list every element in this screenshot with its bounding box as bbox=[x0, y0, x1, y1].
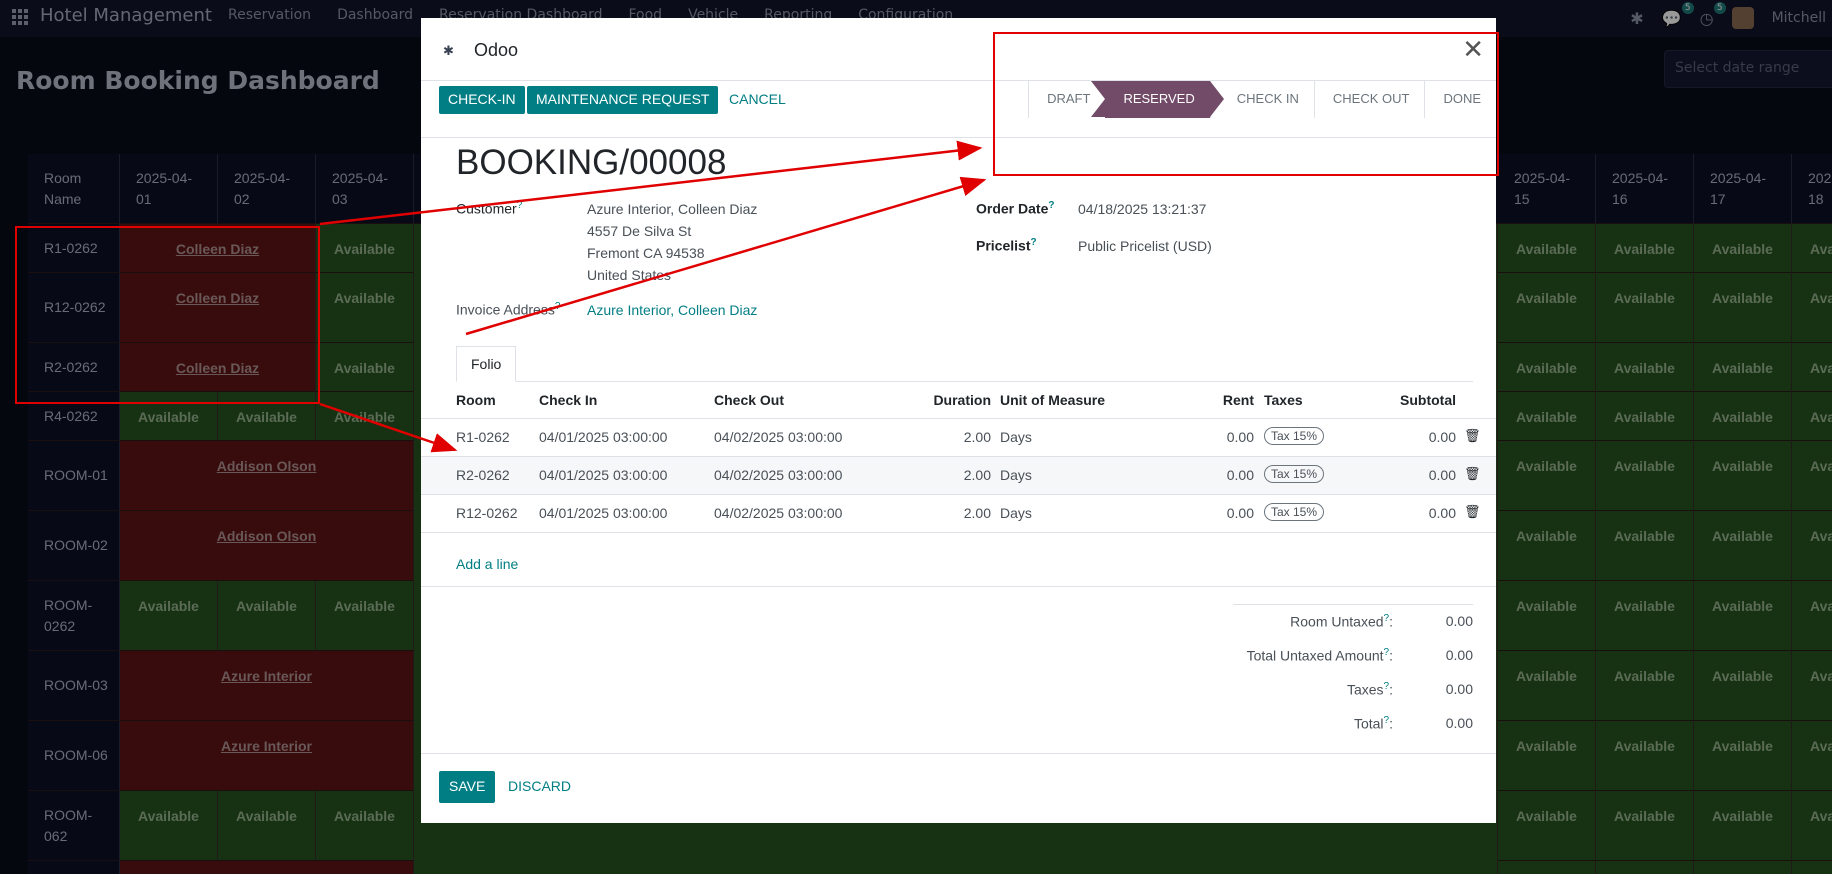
help-icon[interactable]: ? bbox=[1030, 237, 1036, 248]
folio-table: Room Check In Check Out Duration Unit of… bbox=[421, 382, 1496, 533]
total-grand: Total?: 0.00 bbox=[1233, 707, 1473, 741]
dialog-title: Odoo bbox=[474, 40, 519, 60]
invoice-address-field[interactable]: Azure Interior, Colleen Diaz bbox=[587, 299, 757, 321]
trash-icon[interactable]: 🗑 bbox=[1464, 428, 1481, 444]
col-taxes[interactable]: Taxes bbox=[1264, 392, 1303, 408]
cell-uom: Days bbox=[1000, 429, 1032, 445]
total-label: Taxes?: bbox=[1346, 681, 1393, 698]
cell-subtotal: 0.00 bbox=[1428, 505, 1456, 521]
tax-tag: Tax 15% bbox=[1264, 427, 1325, 445]
debug-bug-icon[interactable]: ✱ bbox=[443, 43, 454, 59]
customer-label-text: Customer bbox=[456, 200, 517, 217]
cancel-button[interactable]: CANCEL bbox=[729, 91, 786, 107]
cell-check-out: 04/02/2025 03:00:00 bbox=[714, 505, 843, 521]
invoice-address-label-text: Invoice Address bbox=[456, 301, 555, 318]
total-value: 0.00 bbox=[1445, 681, 1473, 697]
table-separator bbox=[421, 586, 1496, 587]
total-label-text: Total Untaxed Amount bbox=[1246, 647, 1384, 664]
order-date-label-text: Order Date bbox=[976, 200, 1049, 217]
trash-icon[interactable]: 🗑 bbox=[1464, 504, 1481, 520]
cell-rent: 0.00 bbox=[1226, 505, 1254, 521]
tax-tag: Tax 15% bbox=[1264, 465, 1325, 483]
pricelist-label-text: Pricelist bbox=[976, 237, 1031, 254]
help-icon[interactable]: ? bbox=[1384, 647, 1390, 658]
col-unit-of-measure[interactable]: Unit of Measure bbox=[1000, 392, 1105, 408]
help-icon[interactable]: ? bbox=[1384, 715, 1390, 726]
help-icon[interactable]: ? bbox=[517, 200, 523, 211]
total-untaxed-amount: Total Untaxed Amount?: 0.00 bbox=[1233, 639, 1473, 673]
cell-check-out: 04/02/2025 03:00:00 bbox=[714, 467, 843, 483]
help-icon[interactable]: ? bbox=[555, 301, 561, 312]
totals-block: Room Untaxed?: 0.00 Total Untaxed Amount… bbox=[1233, 604, 1473, 741]
cell-rent: 0.00 bbox=[1226, 467, 1254, 483]
total-taxes: Taxes?: 0.00 bbox=[1233, 673, 1473, 707]
total-value: 0.00 bbox=[1445, 613, 1473, 629]
col-rent[interactable]: Rent bbox=[1223, 392, 1254, 408]
customer-country: United States bbox=[587, 267, 672, 283]
cell-room: R1-0262 bbox=[456, 429, 510, 445]
total-label: Room Untaxed?: bbox=[1290, 613, 1393, 630]
order-date-field[interactable]: 04/18/2025 13:21:37 bbox=[1078, 198, 1206, 220]
cell-uom: Days bbox=[1000, 505, 1032, 521]
customer-field[interactable]: Azure Interior, Colleen Diaz 4557 De Sil… bbox=[587, 198, 757, 286]
customer-street: 4557 De Silva St bbox=[587, 223, 692, 239]
cell-room: R2-0262 bbox=[456, 467, 510, 483]
table-header: Room Check In Check Out Duration Unit of… bbox=[421, 382, 1496, 419]
cell-check-in: 04/01/2025 03:00:00 bbox=[539, 505, 668, 521]
table-row[interactable]: R2-0262 04/01/2025 03:00:00 04/02/2025 0… bbox=[421, 457, 1496, 495]
cell-duration: 2.00 bbox=[963, 429, 991, 445]
cell-uom: Days bbox=[1000, 467, 1032, 483]
help-icon[interactable]: ? bbox=[1048, 200, 1054, 211]
table-row[interactable]: R12-0262 04/01/2025 03:00:00 04/02/2025 … bbox=[421, 495, 1496, 533]
customer-city: Fremont CA 94538 bbox=[587, 245, 705, 261]
pricelist-field[interactable]: Public Pricelist (USD) bbox=[1078, 235, 1212, 257]
total-room-untaxed: Room Untaxed?: 0.00 bbox=[1233, 605, 1473, 639]
customer-name: Azure Interior, Colleen Diaz bbox=[587, 201, 758, 217]
total-label-text: Total bbox=[1353, 715, 1384, 732]
cell-subtotal: 0.00 bbox=[1428, 467, 1456, 483]
add-line-link[interactable]: Add a line bbox=[456, 556, 518, 572]
total-label: Total?: bbox=[1353, 715, 1393, 732]
total-label-text: Room Untaxed bbox=[1290, 613, 1384, 630]
help-icon[interactable]: ? bbox=[1384, 613, 1390, 624]
cell-duration: 2.00 bbox=[963, 467, 991, 483]
annotation-box-status bbox=[993, 32, 1499, 176]
total-value: 0.00 bbox=[1445, 647, 1473, 663]
cell-room: R12-0262 bbox=[456, 505, 518, 521]
discard-button[interactable]: DISCARD bbox=[508, 778, 571, 794]
pricelist-label: Pricelist? bbox=[976, 237, 1037, 254]
order-date-label: Order Date? bbox=[976, 200, 1054, 217]
cell-check-in: 04/01/2025 03:00:00 bbox=[539, 429, 668, 445]
total-value: 0.00 bbox=[1445, 715, 1473, 731]
help-icon[interactable]: ? bbox=[1384, 681, 1390, 692]
check-in-button[interactable]: CHECK-IN bbox=[439, 86, 525, 114]
cell-check-in: 04/01/2025 03:00:00 bbox=[539, 467, 668, 483]
booking-reference: BOOKING/00008 bbox=[456, 143, 727, 182]
maintenance-request-button[interactable]: MAINTENANCE REQUEST bbox=[527, 86, 719, 114]
cell-subtotal: 0.00 bbox=[1428, 429, 1456, 445]
total-label-text: Taxes bbox=[1346, 681, 1384, 698]
save-button[interactable]: SAVE bbox=[439, 771, 496, 803]
dialog-footer bbox=[421, 753, 1496, 823]
tax-tag: Tax 15% bbox=[1264, 503, 1325, 521]
col-room[interactable]: Room bbox=[456, 392, 496, 408]
col-subtotal[interactable]: Subtotal bbox=[1400, 392, 1456, 408]
trash-icon[interactable]: 🗑 bbox=[1464, 466, 1481, 482]
col-check-in[interactable]: Check In bbox=[539, 392, 597, 408]
col-check-out[interactable]: Check Out bbox=[714, 392, 784, 408]
cell-rent: 0.00 bbox=[1226, 429, 1254, 445]
table-row[interactable]: R1-0262 04/01/2025 03:00:00 04/02/2025 0… bbox=[421, 419, 1496, 457]
annotation-box-rooms bbox=[15, 226, 320, 404]
invoice-address-label: Invoice Address? bbox=[456, 301, 560, 318]
total-label: Total Untaxed Amount?: bbox=[1246, 647, 1393, 664]
cell-check-out: 04/02/2025 03:00:00 bbox=[714, 429, 843, 445]
tab-folio[interactable]: Folio bbox=[456, 346, 517, 382]
cell-duration: 2.00 bbox=[963, 505, 991, 521]
customer-label: Customer? bbox=[456, 200, 522, 217]
col-duration[interactable]: Duration bbox=[933, 392, 991, 408]
